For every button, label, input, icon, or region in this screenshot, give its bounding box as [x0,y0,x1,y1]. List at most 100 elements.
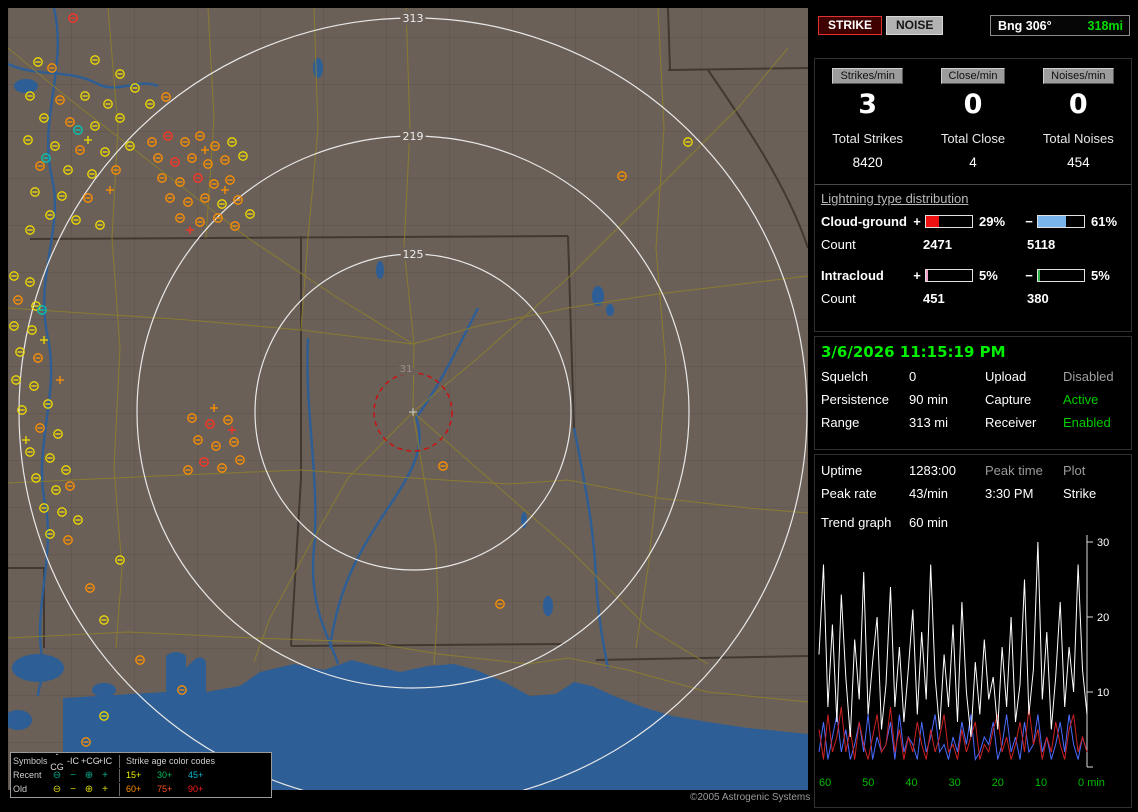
legend-col-pos-ic: +IC [97,755,113,766]
strike-symbol [217,199,227,209]
strike-symbol [683,137,693,147]
strike-symbol [25,277,35,287]
strike-symbol [25,91,35,101]
strike-symbol [186,226,194,234]
datetime-display: 3/6/2026 11:15:19 PM [821,343,1006,361]
ic-positive-bar [925,268,973,282]
strike-symbol [170,157,180,167]
strike-symbol [13,295,23,305]
strike-symbol [210,404,218,412]
strike-symbol [238,151,248,161]
strike-symbol [51,485,61,495]
strike-symbol [85,583,95,593]
strike-symbol [228,426,236,434]
noise-toggle-button[interactable]: NOISE [886,16,944,35]
strike-toggle-button[interactable]: STRIKE [818,16,883,35]
strike-symbol [217,463,227,473]
strike-symbol [9,321,19,331]
ic-negative-pct: 5% [1091,267,1110,283]
strike-symbol [205,419,215,429]
strike-symbol [22,436,30,444]
strike-symbol [125,141,135,151]
strike-symbol [220,155,230,165]
water-layer [8,8,808,790]
strike-symbol [235,455,245,465]
cloud-ground-row: Cloud-ground + 29% − 61% [821,213,1131,229]
minus-sign: − [1025,213,1033,229]
strike-symbol [161,92,171,102]
state-border-layer [8,8,808,661]
strike-symbol [9,271,19,281]
upload-label: Upload [985,369,1027,384]
legend-symbol-icon: ⊕ [84,769,94,781]
bearing-value: 318mi [1087,18,1123,33]
persistence-label: Persistence [821,392,889,407]
receiver-label: Receiver [985,415,1037,430]
strike-symbol [45,453,55,463]
strike-symbol [195,217,205,227]
strike-symbol [65,481,75,491]
lightning-map[interactable]: 313 219 125 31 [8,8,808,790]
strike-symbol [15,347,25,357]
strike-symbol [75,145,85,155]
session-panel: Uptime 1283:00 Peak time Plot Peak rate … [814,454,1132,808]
strike-symbol [31,473,41,483]
legend-body: Recent ⊖ − ⊕ +15+ 30+ 45+ Old ⊖ − ⊕ +60+ 75+ 90+ [13,768,269,796]
x-tick-40: 40 [905,777,918,789]
stats-panel: Strikes/min Close/min Noises/min 3 0 0 T… [814,58,1132,332]
strike-symbol [165,193,175,203]
capture-value: Active [1063,392,1099,407]
strike-symbol [153,153,163,163]
trend-graph-label: Trend graph [821,515,892,530]
intracloud-label: Intracloud [821,267,884,283]
ring-label-313: 313 [403,12,424,25]
strike-symbol [180,137,190,147]
bearing-indicator: Bng 306° 318mi [990,15,1130,36]
legend-row-old: Old ⊖ − ⊕ +60+ 75+ 90+ [13,782,269,796]
ring-label-219: 219 [403,130,424,143]
intracloud-row: Intracloud + 5% − 5% [821,267,1131,283]
cg-negative-pct: 61% [1091,213,1118,229]
strike-symbol [30,187,40,197]
strike-layer [9,13,693,747]
ring-label-31: 31 [400,364,413,375]
strike-symbol [25,225,35,235]
y-tick-20: 20 [1097,612,1109,624]
strike-symbol [47,63,57,73]
peak-time-header: Peak time [985,463,1043,478]
trend-plot-area [818,541,1088,762]
legend-col-pos-cg: +CG [81,755,100,766]
strike-symbol [245,209,255,219]
plus-sign: + [913,213,921,229]
plus-sign: + [913,267,921,283]
strike-symbol [106,186,114,194]
strike-symbol [135,655,145,665]
total-noises-label: Total Noises [1042,131,1114,146]
strike-symbol [145,99,155,109]
strike-symbol [157,173,167,183]
strike-symbol [56,376,64,384]
divider [815,184,1131,185]
strike-symbol [84,136,92,144]
legend-header: Symbols -CG -IC +CG +IC Strike age color… [13,749,269,772]
x-tick-50: 50 [862,777,875,789]
strike-symbol [35,161,45,171]
legend-symbol-icon: − [70,769,76,781]
count-label: Count [821,237,856,252]
strike-symbol [200,193,210,203]
noises-per-min-chip: Noises/min [1043,68,1114,84]
ic-positive-count: 451 [923,291,945,306]
strike-symbol [223,415,233,425]
legend-symbol-icon: + [102,769,108,781]
cg-negative-count: 5118 [1027,237,1056,252]
strike-symbol [221,186,229,194]
cg-negative-bar [1037,214,1085,228]
x-tick-0: 0 min [1078,777,1105,789]
strike-symbol [29,381,39,391]
legend-row-label: Old [13,783,28,794]
strike-symbol [183,197,193,207]
strike-symbol [73,125,83,135]
trend-series-strike [818,541,1088,738]
trend-graph-row: Trend graph 60 min [821,515,1131,530]
strike-symbol [193,173,203,183]
